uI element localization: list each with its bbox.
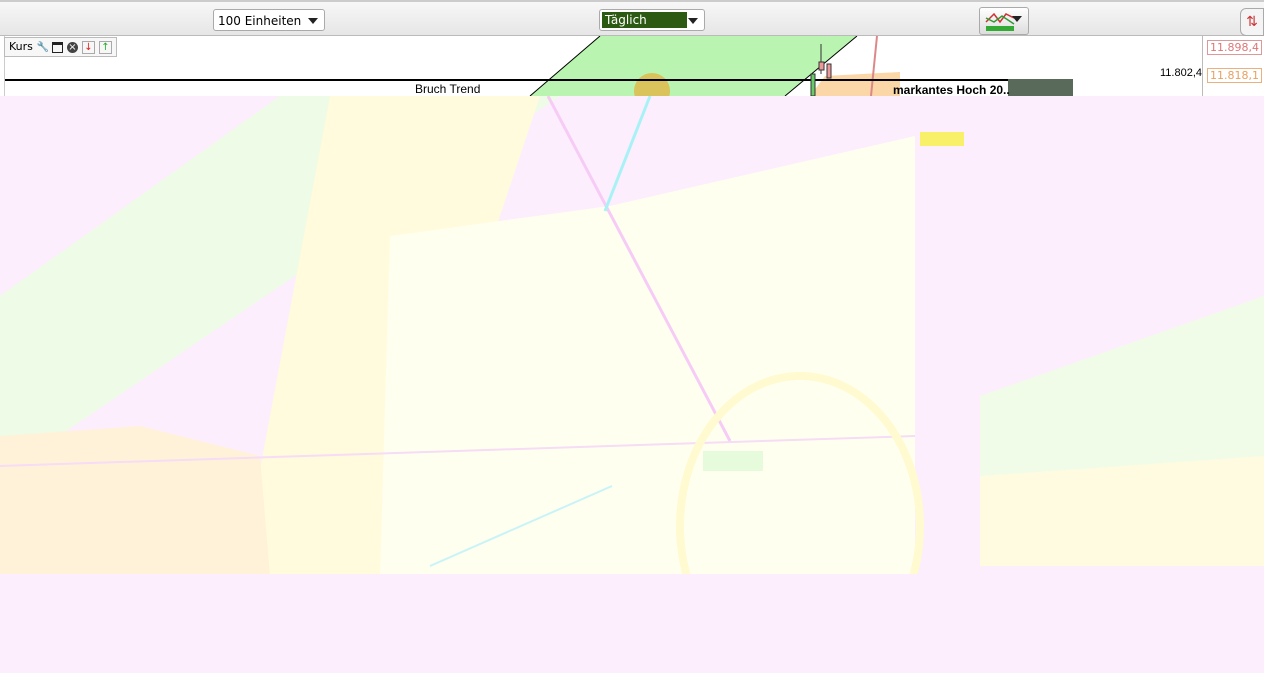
refresh-icon[interactable]: ⇅: [1240, 8, 1264, 36]
washed-chart-area: [0, 96, 1264, 673]
panel-label: Kurs: [9, 40, 33, 53]
move-down-icon[interactable]: ↓: [81, 40, 95, 54]
candle: [818, 61, 825, 71]
toolbar: 100 Einheiten Täglich ⇅: [0, 0, 1264, 36]
chevron-down-icon: [1012, 16, 1022, 22]
chevron-down-icon: [308, 18, 318, 24]
washed-chart-shapes: [0, 96, 1264, 673]
trend-annotation: Bruch Trend: [415, 82, 480, 96]
price-axis: 11.898,4 11.818,1: [1202, 36, 1264, 96]
candle: [826, 63, 832, 79]
chart-canvas: Bruch Trend markantes Hoch 20.. 11.802,4: [5, 36, 1202, 96]
orange-zone: [810, 72, 900, 96]
units-value: 100 Einheiten: [218, 14, 302, 28]
price-label-top: 11.898,4: [1207, 40, 1262, 55]
chart-panel-header: Kurs 🔧 × ↓ ↑: [4, 37, 117, 57]
move-up-icon[interactable]: ↑: [98, 40, 112, 54]
price-label-mid: 11.818,1: [1207, 68, 1262, 83]
period-select[interactable]: Täglich: [599, 9, 705, 31]
candle: [810, 73, 816, 96]
window-icon[interactable]: [51, 41, 63, 53]
close-icon[interactable]: ×: [66, 41, 78, 53]
indicator-button[interactable]: [979, 7, 1029, 35]
units-select[interactable]: 100 Einheiten: [213, 9, 325, 31]
period-value: Täglich: [602, 12, 687, 28]
wrench-icon[interactable]: 🔧: [37, 42, 49, 53]
data-label-box: [1008, 79, 1073, 96]
high-annotation: markantes Hoch 20..: [893, 83, 1010, 96]
green-zone: [530, 36, 857, 96]
price-chart[interactable]: Bruch Trend markantes Hoch 20.. 11.802,4: [4, 36, 1203, 96]
chevron-down-icon: [688, 18, 698, 24]
current-price-label: 11.802,4: [1160, 67, 1202, 79]
